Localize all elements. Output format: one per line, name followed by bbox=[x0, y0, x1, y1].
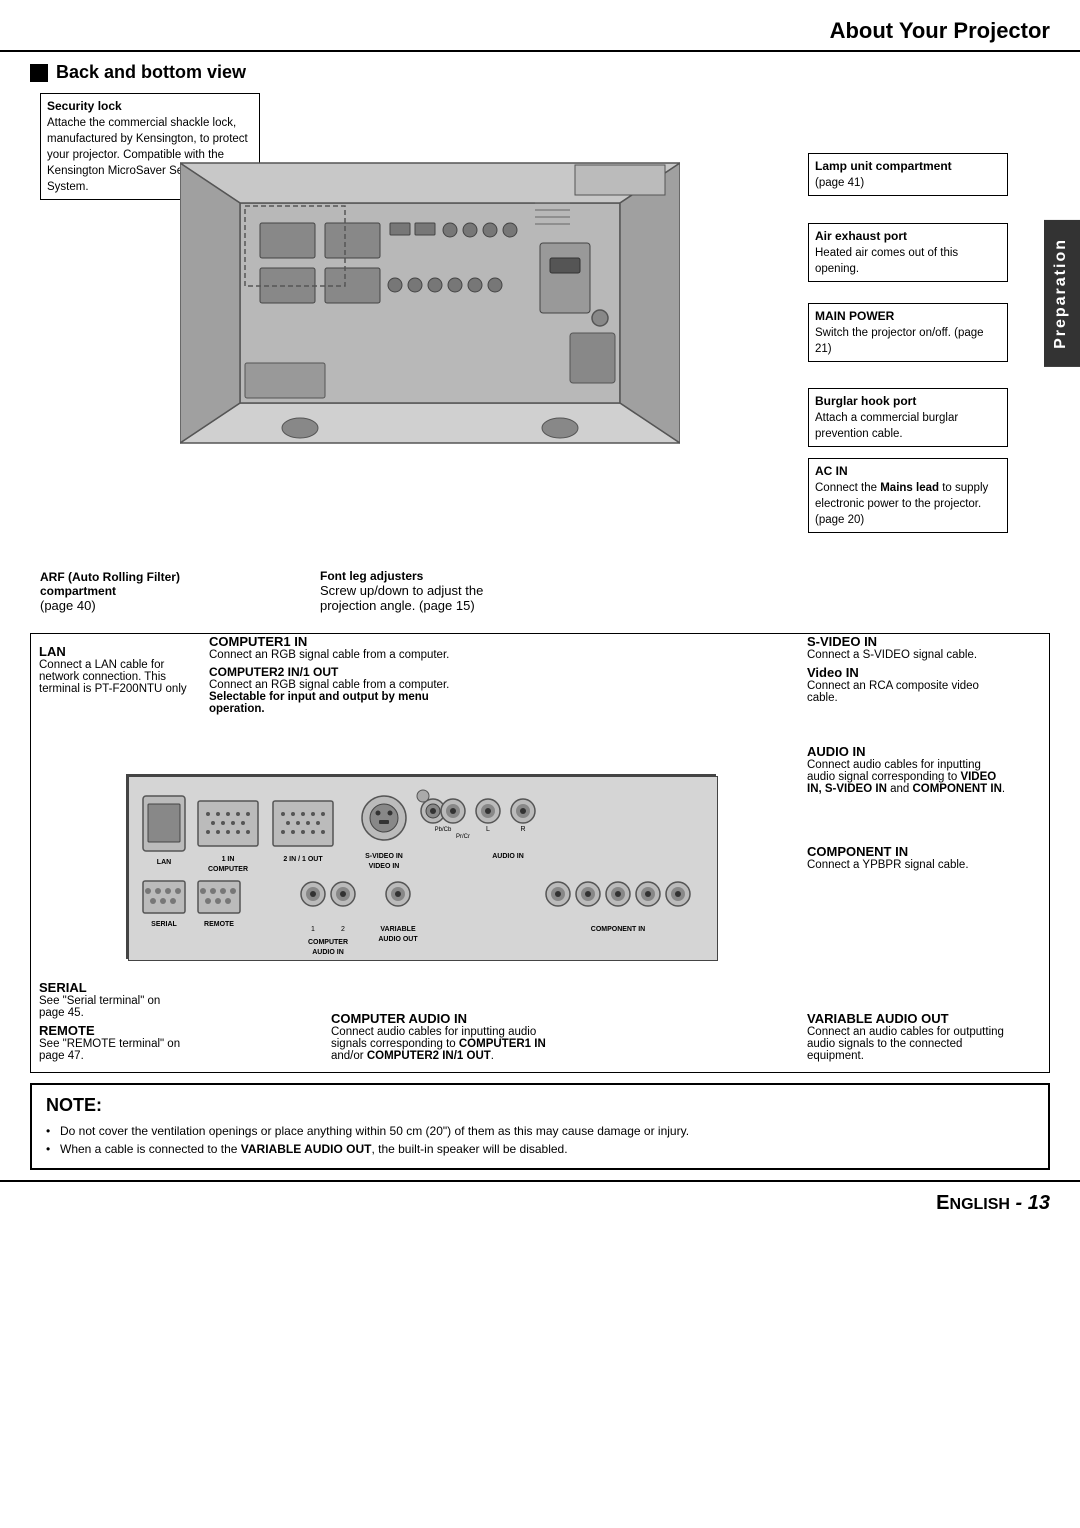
top-diagram-section: Security lock Attache the commercial sha… bbox=[30, 93, 1050, 623]
audio-in-annotation: AUDIO IN Connect audio cables for inputt… bbox=[807, 744, 1007, 795]
projector-svg bbox=[180, 123, 680, 483]
remote-desc: See "REMOTE terminal" on page 47. bbox=[39, 1038, 189, 1062]
arf-annotation: ARF (Auto Rolling Filter) compartment (p… bbox=[40, 570, 235, 613]
computer-audio-desc: Connect audio cables for inputting audio… bbox=[331, 1026, 561, 1062]
svg-text:SERIAL: SERIAL bbox=[151, 921, 177, 928]
burglar-hook-annotation: Burglar hook port Attach a commercial bu… bbox=[808, 388, 1008, 447]
footer-page: - 13 bbox=[1016, 1192, 1050, 1214]
svg-text:COMPONENT IN: COMPONENT IN bbox=[591, 926, 645, 933]
svg-text:AUDIO OUT: AUDIO OUT bbox=[378, 936, 418, 943]
svg-text:VARIABLE: VARIABLE bbox=[380, 926, 416, 933]
ports-section: LAN Connect a LAN cable for network conn… bbox=[30, 633, 1050, 1073]
svg-text:AUDIO IN: AUDIO IN bbox=[492, 853, 524, 860]
computer1-title: COMPUTER1 IN bbox=[209, 634, 469, 649]
svg-text:Pb/Cb: Pb/Cb bbox=[435, 827, 452, 833]
burglar-hook-desc: Attach a commercial burglar prevention c… bbox=[815, 410, 1001, 442]
svg-text:AUDIO IN: AUDIO IN bbox=[312, 949, 344, 956]
audio-in-desc: Connect audio cables for inputting audio… bbox=[807, 759, 1007, 795]
computer-audio-annotation: COMPUTER AUDIO IN Connect audio cables f… bbox=[331, 1011, 561, 1062]
ac-in-title: AC IN bbox=[815, 463, 1001, 480]
svg-text:L: L bbox=[486, 826, 490, 833]
ac-in-annotation: AC IN Connect the Mains lead to supply e… bbox=[808, 458, 1008, 533]
computer1-desc: Connect an RGB signal cable from a compu… bbox=[209, 649, 469, 661]
audio-in-title: AUDIO IN bbox=[807, 744, 1007, 759]
lamp-unit-annotation: Lamp unit compartment (page 41) bbox=[808, 153, 1008, 196]
font-leg-desc: Screw up/down to adjust the projection a… bbox=[320, 583, 540, 613]
computer2-title: COMPUTER2 IN/1 OUT bbox=[209, 665, 469, 679]
serial-title: SERIAL bbox=[39, 980, 189, 995]
video-title: Video IN bbox=[807, 665, 1007, 680]
svg-text:LAN: LAN bbox=[157, 859, 171, 866]
svg-text:Pr/Cr: Pr/Cr bbox=[456, 834, 470, 840]
air-exhaust-desc: Heated air comes out of this opening. bbox=[815, 245, 1001, 277]
video-desc: Connect an RCA composite video cable. bbox=[807, 680, 1007, 704]
ports-inner: LAN Connect a LAN cable for network conn… bbox=[31, 634, 1049, 1072]
computer2-desc: Connect an RGB signal cable from a compu… bbox=[209, 679, 469, 715]
component-in-desc: Connect a YPBPR signal cable. bbox=[807, 859, 1007, 871]
svg-text:S-VIDEO IN: S-VIDEO IN bbox=[365, 853, 403, 860]
section-title-text: Back and bottom view bbox=[56, 62, 246, 83]
svg-text:REMOTE: REMOTE bbox=[204, 921, 234, 928]
serial-desc: See "Serial terminal" on page 45. bbox=[39, 995, 189, 1019]
section-title-bar bbox=[30, 64, 48, 82]
variable-audio-title: VARIABLE AUDIO OUT bbox=[807, 1011, 1007, 1026]
computer1-annotation: COMPUTER1 IN Connect an RGB signal cable… bbox=[209, 634, 469, 715]
lamp-unit-title: Lamp unit compartment bbox=[815, 158, 1001, 175]
font-leg-title: Font leg adjusters bbox=[320, 569, 540, 583]
main-content: Back and bottom view Security lock Attac… bbox=[0, 52, 1080, 1180]
port-panel: LAN bbox=[126, 774, 716, 959]
ac-in-desc: Connect the Mains lead to supply electro… bbox=[815, 480, 1001, 528]
variable-audio-desc: Connect an audio cables for outputting a… bbox=[807, 1026, 1007, 1062]
svg-text:COMPUTER: COMPUTER bbox=[308, 939, 348, 946]
lan-annotation: LAN Connect a LAN cable for network conn… bbox=[39, 644, 199, 695]
svg-text:2: 2 bbox=[341, 926, 345, 933]
svg-text:1 IN: 1 IN bbox=[222, 856, 235, 863]
note-section: NOTE: Do not cover the ventilation openi… bbox=[30, 1083, 1050, 1170]
note-title: NOTE: bbox=[46, 1095, 1034, 1116]
burglar-hook-title: Burglar hook port bbox=[815, 393, 1001, 410]
note-item-1: Do not cover the ventilation openings or… bbox=[46, 1122, 1034, 1140]
main-power-desc: Switch the projector on/off. (page 21) bbox=[815, 325, 1001, 357]
main-power-annotation: MAIN POWER Switch the projector on/off. … bbox=[808, 303, 1008, 362]
note-item-2: When a cable is connected to the VARIABL… bbox=[46, 1140, 1034, 1158]
svideo-desc: Connect a S-VIDEO signal cable. bbox=[807, 649, 1007, 661]
remote-title: REMOTE bbox=[39, 1023, 189, 1038]
font-leg-annotation: Font leg adjusters Screw up/down to adju… bbox=[320, 569, 540, 613]
security-lock-title: Security lock bbox=[47, 98, 253, 115]
page-title: About Your Projector bbox=[30, 18, 1050, 44]
air-exhaust-title: Air exhaust port bbox=[815, 228, 1001, 245]
computer-audio-title: COMPUTER AUDIO IN bbox=[331, 1011, 561, 1026]
projector-diagram bbox=[180, 123, 680, 483]
serial-annotation: SERIAL See "Serial terminal" on page 45.… bbox=[39, 980, 189, 1062]
page-footer: ENGLISH - 13 bbox=[0, 1180, 1080, 1225]
svg-text:VIDEO IN: VIDEO IN bbox=[369, 863, 400, 870]
side-tab: Preparation bbox=[1044, 220, 1080, 367]
lan-title: LAN bbox=[39, 644, 199, 659]
lan-desc: Connect a LAN cable for network connecti… bbox=[39, 659, 199, 695]
svg-text:1: 1 bbox=[311, 926, 315, 933]
port-panel-svg: LAN bbox=[128, 776, 718, 961]
svideo-annotation: S-VIDEO IN Connect a S-VIDEO signal cabl… bbox=[807, 634, 1007, 704]
air-exhaust-annotation: Air exhaust port Heated air comes out of… bbox=[808, 223, 1008, 282]
section-title: Back and bottom view bbox=[30, 62, 1050, 83]
svideo-title: S-VIDEO IN bbox=[807, 634, 1007, 649]
lamp-unit-desc: (page 41) bbox=[815, 175, 1001, 191]
component-in-title: COMPONENT IN bbox=[807, 844, 1007, 859]
svg-text:R: R bbox=[520, 826, 525, 833]
component-in-annotation: COMPONENT IN Connect a YPBPR signal cabl… bbox=[807, 844, 1007, 871]
main-power-title: MAIN POWER bbox=[815, 308, 1001, 325]
arf-title: ARF (Auto Rolling Filter) compartment bbox=[40, 570, 235, 598]
footer-text: ENGLISH bbox=[936, 1192, 1010, 1214]
page-header: About Your Projector bbox=[0, 0, 1080, 52]
svg-text:2 IN / 1 OUT: 2 IN / 1 OUT bbox=[283, 856, 323, 863]
svg-text:COMPUTER: COMPUTER bbox=[208, 866, 248, 873]
variable-audio-annotation: VARIABLE AUDIO OUT Connect an audio cabl… bbox=[807, 1011, 1007, 1062]
arf-desc: (page 40) bbox=[40, 598, 235, 613]
